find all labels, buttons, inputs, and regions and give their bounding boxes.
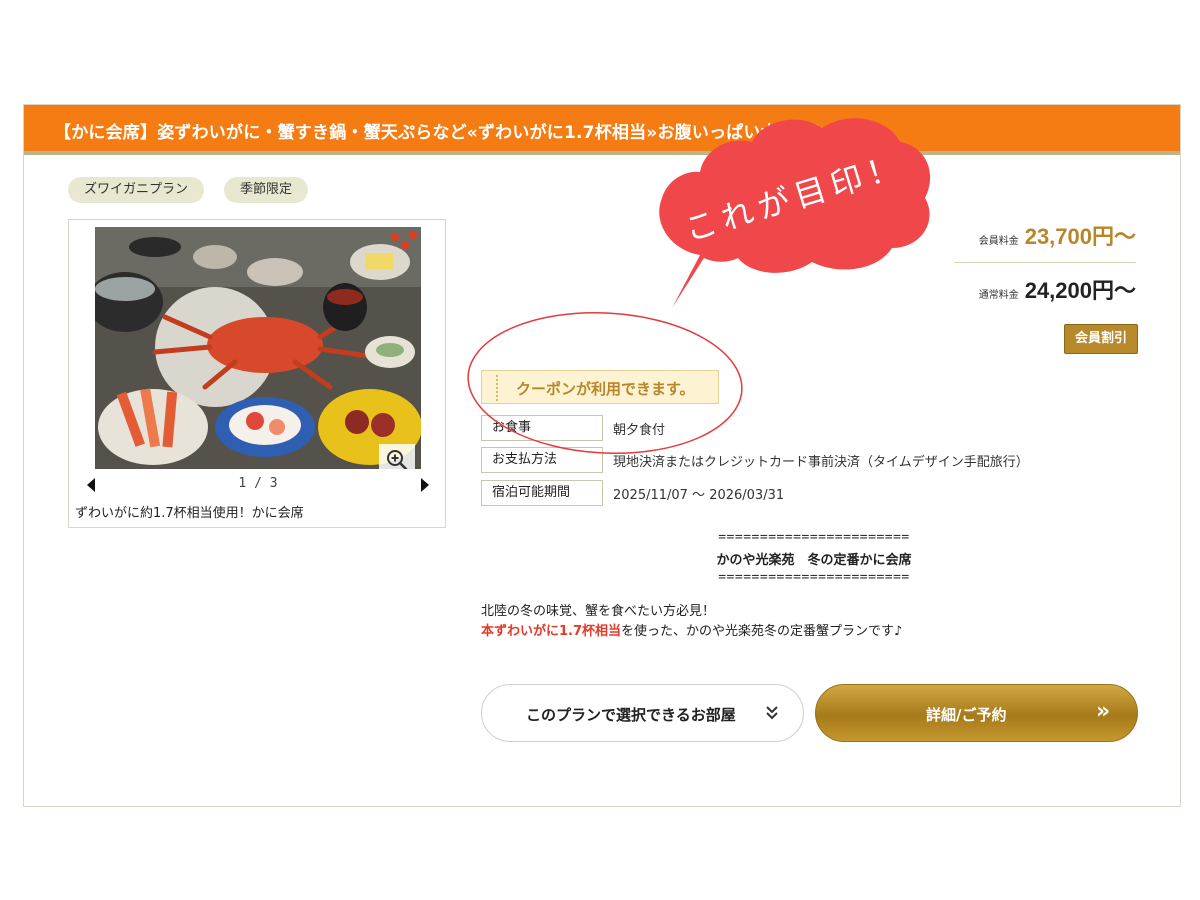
info-label-meal: お食事 [481,415,603,441]
double-chevron-down-icon [766,706,778,720]
tag-snow-crab-plan: ズワイガニプラン [68,177,205,203]
member-price-row: 会員料金 23,700円〜 [979,219,1136,251]
description-line-1: 北陸の冬の味覚、蟹を食べたい方必見！ [481,604,716,619]
normal-price-row: 通常料金 24,200円〜 [979,273,1136,305]
tag-seasonal: 季節限定 [224,177,309,203]
next-photo-button[interactable] [415,476,435,494]
description-line-2: 本ずわいがに1.7杯相当を使った、かのや光楽苑冬の定番蟹プランです♪ [481,620,902,639]
member-price-label: 会員料金 [978,236,1019,247]
info-value-meal: 朝夕食付 [613,423,666,438]
info-value-stay-period: 2025/11/07 〜 2026/03/31 [613,488,785,503]
photo-pager: 1 / 3 [69,474,447,496]
plan-card: 【かに会席】姿ずわいがに・蟹すき鍋・蟹天ぷらなど«ずわいがに1.7杯相当»お腹い… [23,104,1181,807]
description-heading: かのや光楽苑 冬の定番かに会席 [716,553,912,568]
normal-price: 24,200円〜 [1024,278,1136,303]
photo-caption: ずわいがに約1.7杯相当使用！かに会席 [75,506,304,521]
price-divider [954,262,1136,263]
photo-gallery: 1 / 3 ずわいがに約1.7杯相当使用！かに会席 [68,219,446,528]
rooms-for-plan-button[interactable]: このプランで選択できるお部屋 [481,684,804,742]
double-chevron-right-icon: » [1096,699,1111,724]
crab-kaiseki-photo[interactable] [95,227,421,469]
normal-price-label: 通常料金 [978,290,1019,301]
coupon-text: クーポンが利用できます。 [516,380,695,398]
zoom-button[interactable] [379,444,415,469]
coupon-ticket-notch [496,375,498,401]
description-separator-top: ======================= [718,530,910,545]
triangle-right-icon [421,478,429,492]
photo-counter: 1 / 3 [238,476,278,491]
coupon-notice: クーポンが利用できます。 [481,370,719,404]
zoom-in-icon [387,450,408,469]
description-highlight: 本ずわいがに1.7杯相当 [481,624,622,639]
info-value-payment: 現地決済またはクレジットカード事前決済（タイムデザイン手配旅行） [613,455,1029,470]
info-label-payment: お支払方法 [481,447,603,473]
info-label-stay-period: 宿泊可能期間 [481,480,603,506]
plan-title[interactable]: 【かに会席】姿ずわいがに・蟹すき鍋・蟹天ぷらなど«ずわいがに1.7杯相当»お腹い… [54,118,829,143]
description-line-2-rest: を使った、かのや光楽苑冬の定番蟹プランです♪ [621,624,903,639]
description-separator-bottom: ======================= [718,570,910,585]
plan-title-bar[interactable]: 【かに会席】姿ずわいがに・蟹すき鍋・蟹天ぷらなど«ずわいがに1.7杯相当»お腹い… [24,105,1180,155]
info-row-stay-period: 宿泊可能期間 2025/11/07 〜 2026/03/31 [481,480,1121,506]
info-row-payment: お支払方法 現地決済またはクレジットカード事前決済（タイムデザイン手配旅行） [481,447,1141,473]
info-row-meal: お食事 朝夕食付 [481,415,1121,441]
member-discount-badge: 会員割引 [1064,324,1138,354]
member-price: 23,700円〜 [1024,224,1136,249]
reserve-button-label: 詳細/ご予約 [926,706,1007,724]
rooms-button-label: このプランで選択できるお部屋 [526,706,736,724]
crab-kaiseki-image [95,227,421,469]
details-reserve-button[interactable]: 詳細/ご予約 » [815,684,1138,742]
